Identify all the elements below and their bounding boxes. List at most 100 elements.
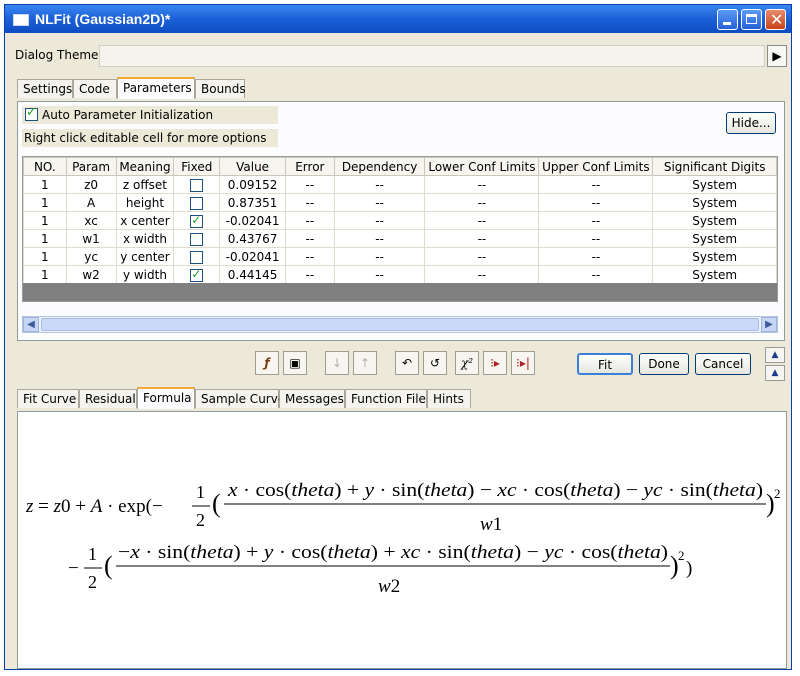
- undo-all-button[interactable]: ↺: [423, 351, 447, 375]
- theme-menu-button[interactable]: ▶: [767, 45, 787, 67]
- chi-square-button[interactable]: χ²: [455, 351, 479, 375]
- column-header-param[interactable]: Param: [65, 157, 117, 176]
- cell-error[interactable]: --: [285, 193, 335, 212]
- cell-upper-conf[interactable]: --: [538, 193, 654, 212]
- fixed-checkbox[interactable]: ✓: [190, 214, 204, 228]
- cell-sig-digits[interactable]: System: [652, 193, 777, 212]
- cell-lower-conf[interactable]: --: [424, 265, 540, 284]
- cell-no[interactable]: 1: [23, 265, 67, 284]
- tab-code[interactable]: Code: [73, 79, 117, 98]
- collapse-up-button[interactable]: ▲: [765, 347, 785, 363]
- table-row[interactable]: 1 w2 y width ✓ 0.44145 -- -- -- -- System: [23, 265, 777, 284]
- scroll-right-button[interactable]: ▶: [761, 317, 777, 332]
- cell-no[interactable]: 1: [23, 229, 67, 248]
- cell-dependency[interactable]: --: [333, 175, 426, 194]
- tab-formula[interactable]: Formula: [137, 387, 195, 409]
- cell-param[interactable]: z0: [65, 175, 117, 194]
- init-params-button[interactable]: ƒ: [255, 351, 279, 375]
- cell-sig-digits[interactable]: System: [652, 247, 777, 266]
- table-row[interactable]: 1 z0 z offset 0.09152 -- -- -- -- System: [23, 175, 777, 194]
- cell-dependency[interactable]: --: [333, 247, 426, 266]
- fix-down-button[interactable]: ↓: [325, 351, 349, 375]
- cell-lower-conf[interactable]: --: [424, 247, 540, 266]
- horizontal-scrollbar[interactable]: ◀ ▶: [22, 316, 778, 333]
- fit-till-converged-button[interactable]: ⁝▸|: [511, 351, 535, 375]
- cell-sig-digits[interactable]: System: [652, 229, 777, 248]
- tab-sample-curve[interactable]: Sample Curve: [195, 389, 285, 408]
- close-button[interactable]: ✕: [765, 9, 786, 30]
- cell-upper-conf[interactable]: --: [538, 211, 654, 230]
- tab-bounds[interactable]: Bounds: [195, 79, 246, 98]
- cell-no[interactable]: 1: [23, 211, 67, 230]
- title-bar[interactable]: NLFit (Gaussian2D)* ✕: [5, 5, 791, 33]
- one-iteration-button[interactable]: ⁝▸: [483, 351, 507, 375]
- cell-error[interactable]: --: [285, 229, 335, 248]
- cell-error[interactable]: --: [285, 247, 335, 266]
- save-button[interactable]: ▣: [283, 351, 307, 375]
- cell-lower-conf[interactable]: --: [424, 193, 540, 212]
- cell-param[interactable]: xc: [65, 211, 117, 230]
- expand-down-button[interactable]: ▲: [765, 365, 785, 381]
- cell-value[interactable]: 0.43767: [219, 229, 286, 248]
- maximize-button[interactable]: [741, 9, 762, 30]
- column-header-value[interactable]: Value: [219, 157, 286, 176]
- cell-no[interactable]: 1: [23, 175, 67, 194]
- cell-meaning[interactable]: x width: [115, 229, 175, 248]
- fixed-checkbox[interactable]: [190, 250, 204, 264]
- cell-dependency[interactable]: --: [333, 211, 426, 230]
- cell-meaning[interactable]: y center: [115, 247, 175, 266]
- cell-error[interactable]: --: [285, 265, 335, 284]
- cell-fixed[interactable]: [173, 229, 221, 248]
- cell-meaning[interactable]: height: [115, 193, 175, 212]
- column-header-error[interactable]: Error: [285, 157, 335, 176]
- cell-fixed[interactable]: [173, 247, 221, 266]
- cell-value[interactable]: 0.87351: [219, 193, 286, 212]
- cell-value[interactable]: 0.44145: [219, 265, 286, 284]
- cell-dependency[interactable]: --: [333, 265, 426, 284]
- done-button[interactable]: Done: [639, 353, 689, 375]
- tab-settings[interactable]: Settings: [17, 79, 73, 98]
- fix-up-button[interactable]: ↑: [353, 351, 377, 375]
- cell-upper-conf[interactable]: --: [538, 247, 654, 266]
- fit-button[interactable]: Fit: [577, 353, 633, 375]
- column-header-fixed[interactable]: Fixed: [173, 157, 221, 176]
- cell-upper-conf[interactable]: --: [538, 265, 654, 284]
- cell-value[interactable]: -0.02041: [219, 211, 286, 230]
- cell-upper-conf[interactable]: --: [538, 175, 654, 194]
- column-header-upper-conf[interactable]: Upper Conf Limits: [538, 157, 654, 176]
- cell-meaning[interactable]: y width: [115, 265, 175, 284]
- tab-residual[interactable]: Residual: [79, 389, 137, 408]
- cell-no[interactable]: 1: [23, 193, 67, 212]
- tab-messages[interactable]: Messages: [279, 389, 345, 408]
- cell-no[interactable]: 1: [23, 247, 67, 266]
- cell-value[interactable]: -0.02041: [219, 247, 286, 266]
- undo-button[interactable]: ↶: [395, 351, 419, 375]
- minimize-button[interactable]: [717, 9, 738, 30]
- cell-fixed[interactable]: [173, 175, 221, 194]
- tab-function-file[interactable]: Function File: [345, 389, 427, 408]
- cell-dependency[interactable]: --: [333, 229, 426, 248]
- cell-value[interactable]: 0.09152: [219, 175, 286, 194]
- column-header-lower-conf[interactable]: Lower Conf Limits: [424, 157, 540, 176]
- fixed-checkbox[interactable]: ✓: [190, 268, 204, 282]
- cell-meaning[interactable]: z offset: [115, 175, 175, 194]
- table-row[interactable]: 1 xc x center ✓ -0.02041 -- -- -- -- System: [23, 211, 777, 230]
- cell-lower-conf[interactable]: --: [424, 175, 540, 194]
- fixed-checkbox[interactable]: [190, 196, 204, 210]
- cell-sig-digits[interactable]: System: [652, 265, 777, 284]
- cell-fixed[interactable]: ✓: [173, 211, 221, 230]
- table-row[interactable]: 1 Aheight 0.87351 -- -- -- -- System: [23, 193, 777, 212]
- cell-fixed[interactable]: [173, 193, 221, 212]
- cell-sig-digits[interactable]: System: [652, 175, 777, 194]
- fixed-checkbox[interactable]: [190, 178, 204, 192]
- table-row[interactable]: 1 yc y center -0.02041 -- -- -- -- System: [23, 247, 777, 266]
- table-row[interactable]: 1 w1 x width 0.43767 -- -- -- -- System: [23, 229, 777, 248]
- fixed-checkbox[interactable]: [190, 232, 204, 246]
- column-header-no[interactable]: NO.: [23, 157, 67, 176]
- cell-meaning[interactable]: x center: [115, 211, 175, 230]
- column-header-meaning[interactable]: Meaning: [115, 157, 175, 176]
- cancel-button[interactable]: Cancel: [695, 353, 751, 375]
- dialog-theme-field[interactable]: [99, 45, 765, 67]
- cell-param[interactable]: w1: [65, 229, 117, 248]
- cell-param[interactable]: A: [65, 193, 117, 212]
